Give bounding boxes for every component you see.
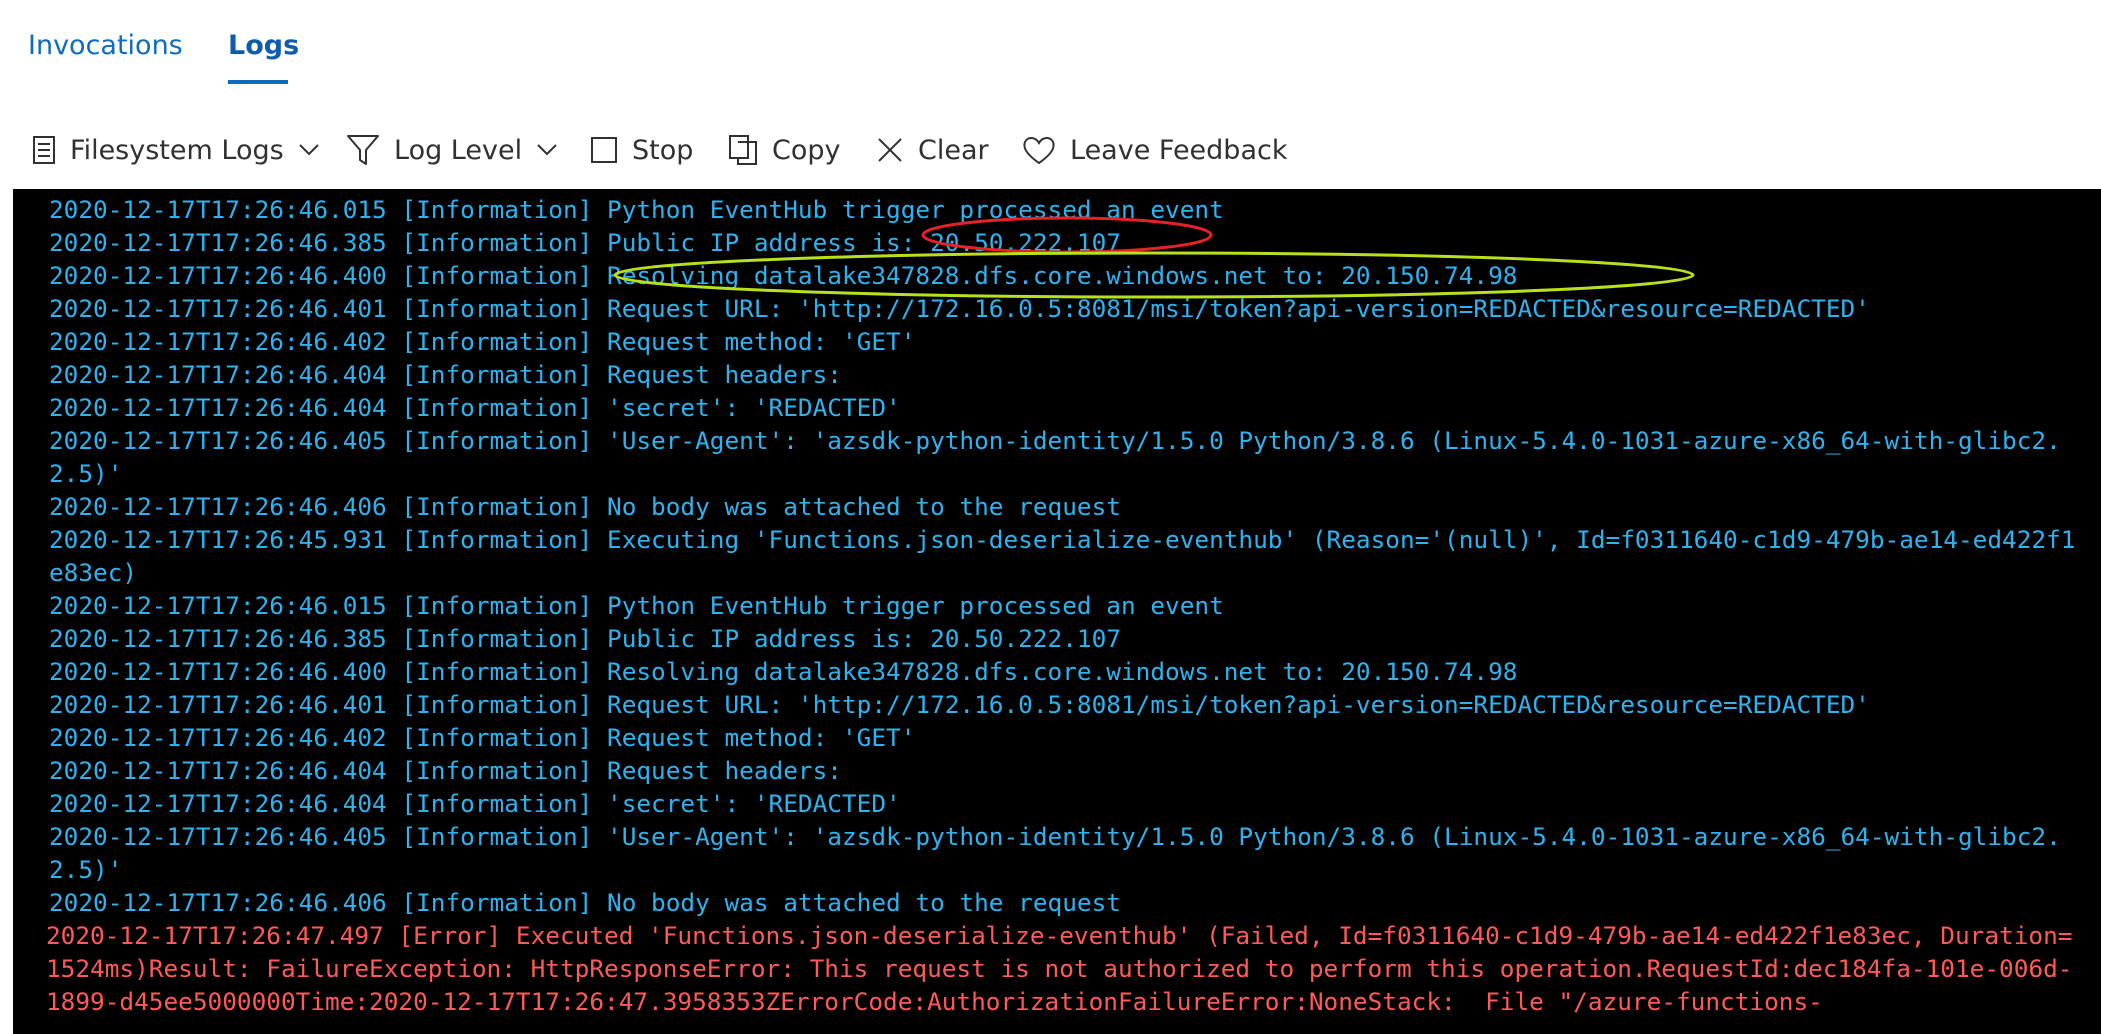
tab-logs[interactable]: Logs — [228, 30, 299, 61]
copy-icon — [729, 135, 757, 165]
active-tab-indicator — [228, 80, 288, 84]
leave-feedback-button[interactable]: Leave Feedback — [1022, 130, 1287, 170]
filesystem-logs-label: Filesystem Logs — [70, 134, 284, 166]
log-lines: 2020-12-17T17:26:46.015 [Information] Py… — [46, 193, 2079, 1018]
log-line: 2020-12-17T17:26:46.402 [Information] Re… — [49, 327, 916, 356]
log-line: 2020-12-17T17:26:46.015 [Information] Py… — [49, 591, 1224, 620]
log-line: 2020-12-17T17:26:46.400 [Information] Re… — [49, 657, 1518, 686]
log-line: 2020-12-17T17:26:46.405 [Information] 'U… — [49, 426, 2061, 488]
heart-icon — [1023, 137, 1055, 165]
log-line: 2020-12-17T17:26:46.401 [Information] Re… — [49, 690, 1870, 719]
chevron-down-icon — [537, 144, 557, 156]
log-line: 2020-12-17T17:26:46.385 [Information] Pu… — [49, 624, 1121, 653]
log-line: 2020-12-17T17:26:46.402 [Information] Re… — [49, 723, 916, 752]
leave-feedback-label: Leave Feedback — [1070, 134, 1288, 166]
stop-button[interactable]: Stop — [590, 130, 693, 170]
log-line: 2020-12-17T17:26:46.406 [Information] No… — [49, 888, 1121, 917]
log-level-dropdown[interactable]: Log Level — [346, 130, 558, 170]
tab-invocations[interactable]: Invocations — [28, 30, 183, 61]
log-line: 2020-12-17T17:26:45.931 [Information] Ex… — [49, 525, 2076, 587]
log-console[interactable]: 2020-12-17T17:26:46.015 [Information] Py… — [13, 189, 2101, 1034]
log-line: 2020-12-17T17:26:46.385 [Information] Pu… — [49, 228, 1121, 257]
stop-checkbox-icon — [591, 137, 617, 163]
filesystem-logs-dropdown[interactable]: Filesystem Logs — [32, 130, 320, 170]
log-line: 2020-12-17T17:26:46.404 [Information] 's… — [49, 393, 901, 422]
clear-label: Clear — [918, 134, 989, 166]
log-level-label: Log Level — [394, 134, 523, 166]
clear-button[interactable]: Clear — [876, 130, 989, 170]
log-line: 2020-12-17T17:26:46.404 [Information] Re… — [49, 360, 842, 389]
chevron-down-icon — [298, 144, 319, 156]
copy-label: Copy — [772, 134, 841, 166]
stop-label: Stop — [632, 134, 694, 166]
log-line-error: 2020-12-17T17:26:47.497 [Error] Executed… — [46, 921, 2073, 1016]
log-line: 2020-12-17T17:26:46.404 [Information] 's… — [49, 789, 901, 818]
log-line: 2020-12-17T17:26:46.404 [Information] Re… — [49, 756, 842, 785]
log-line: 2020-12-17T17:26:46.406 [Information] No… — [49, 492, 1121, 521]
log-line: 2020-12-17T17:26:46.015 [Information] Py… — [49, 195, 1224, 224]
filter-icon — [347, 135, 379, 165]
clear-x-icon — [878, 138, 902, 162]
tab-bar: Invocations Logs — [0, 0, 2101, 90]
log-toolbar: Filesystem Logs Log Level Stop Copy Clea — [0, 118, 2101, 184]
log-line: 2020-12-17T17:26:46.401 [Information] Re… — [49, 294, 1870, 323]
log-line: 2020-12-17T17:26:46.405 [Information] 'U… — [49, 822, 2061, 884]
log-line: 2020-12-17T17:26:46.400 [Information] Re… — [49, 261, 1518, 290]
list-icon — [33, 136, 55, 164]
copy-button[interactable]: Copy — [728, 130, 841, 170]
